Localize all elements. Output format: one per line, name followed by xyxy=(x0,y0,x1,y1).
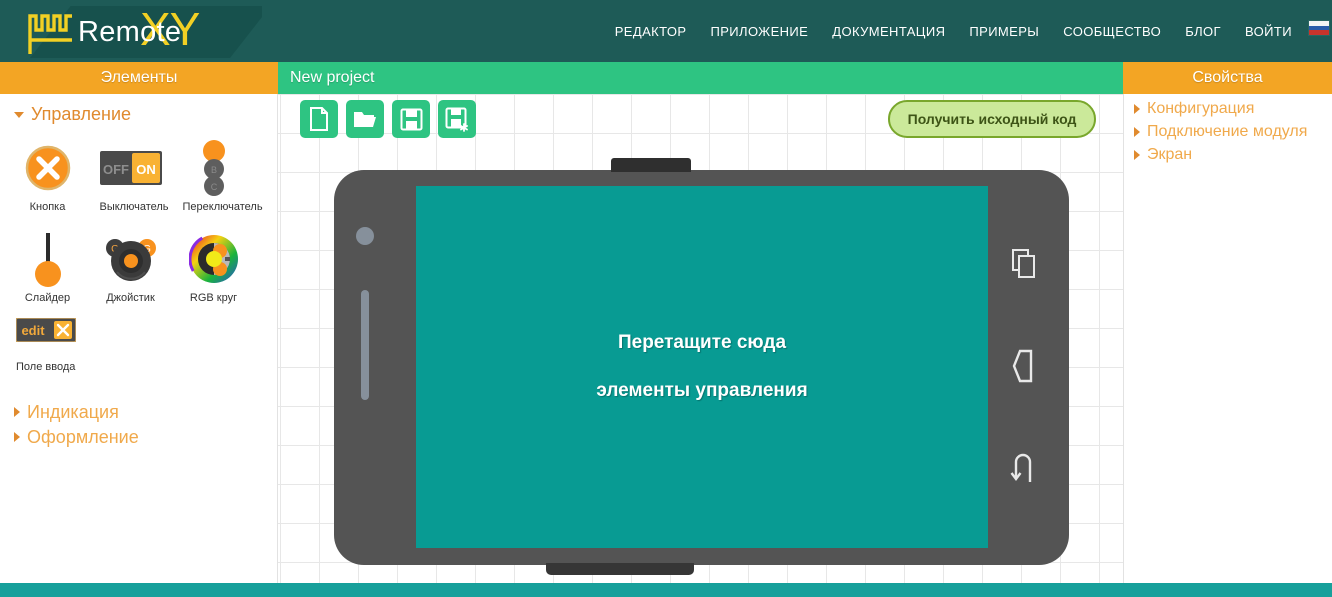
element-item-button[interactable]: Кнопка xyxy=(6,141,89,214)
element-item-switch[interactable]: OFF ON Выключатель xyxy=(89,141,172,214)
section-indikaciya[interactable]: Индикация xyxy=(14,402,277,423)
rgb-wheel-icon xyxy=(188,232,239,286)
drop-hint-line-1: Перетащите сюда xyxy=(617,332,787,353)
nav-login[interactable]: ВОЙТИ xyxy=(1245,24,1292,39)
element-label: RGB круг xyxy=(189,291,238,304)
element-item-rgb-wheel[interactable]: RGB круг xyxy=(172,232,255,305)
design-canvas[interactable]: Получить исходный код Перетащите сюда эл… xyxy=(278,94,1123,583)
edit-field-icon: edit xyxy=(15,317,77,344)
elements-grid: Кнопка OFF ON Выключатель B C Переключат… xyxy=(0,129,277,322)
properties-sidebar: Конфигурация Подключение модуля Экран xyxy=(1123,94,1332,583)
chevron-right-icon xyxy=(1134,150,1140,160)
element-item-joystick[interactable]: G G Джойстик xyxy=(89,232,172,305)
home-icon[interactable] xyxy=(1010,452,1038,486)
open-folder-icon xyxy=(354,112,376,127)
remotexy-editor-page: XY Remote РЕДАКТОР ПРИЛОЖЕНИЕ ДОКУМЕНТАЦ… xyxy=(0,0,1332,597)
get-source-code-label: Получить исходный код xyxy=(907,111,1077,127)
element-label: Кнопка xyxy=(29,201,66,213)
property-label: Конфигурация xyxy=(1147,100,1255,117)
nav-community[interactable]: СООБЩЕСТВО xyxy=(1063,24,1161,39)
phone-bottom-tab xyxy=(546,563,694,575)
drop-hint-line-2: элементы управления xyxy=(596,380,808,401)
chevron-right-icon xyxy=(1134,104,1140,114)
element-item-selector: B C Переключатель xyxy=(172,140,263,214)
joystick-icon: G G xyxy=(104,232,158,286)
property-label: Экран xyxy=(1147,146,1193,163)
properties-panel-title: Свойства xyxy=(1123,62,1332,94)
element-item-slider[interactable]: Слайдер xyxy=(6,232,89,305)
project-title: New project xyxy=(278,62,1123,94)
property-item-module-connection[interactable]: Подключение модуля xyxy=(1134,123,1332,141)
back-icon[interactable] xyxy=(1009,349,1039,383)
save-project-button[interactable] xyxy=(392,100,430,138)
phone-mockup: Перетащите сюда элементы управления xyxy=(334,158,1069,575)
chevron-down-icon xyxy=(14,111,24,118)
section-label: Индикация xyxy=(27,401,119,422)
new-file-icon xyxy=(310,107,328,131)
russian-flag-icon[interactable] xyxy=(1308,20,1330,36)
property-item-screen[interactable]: Экран xyxy=(1134,146,1332,164)
canvas-toolbar xyxy=(300,100,476,138)
elements-sidebar: Управление Кнопка OFF ON Выключатель B C… xyxy=(0,94,278,583)
collapsed-sections: Индикация Оформление xyxy=(0,396,277,448)
chevron-right-icon xyxy=(14,407,20,418)
save-floppy-icon xyxy=(400,108,422,130)
square-wave-logo-icon xyxy=(28,14,72,54)
group-header-label: Управление xyxy=(31,104,132,124)
new-project-button[interactable] xyxy=(300,100,338,138)
nav-documentation[interactable]: ДОКУМЕНТАЦИЯ xyxy=(832,24,945,39)
element-label: Джойстик xyxy=(106,291,155,304)
camera-icon xyxy=(356,227,374,245)
open-project-button[interactable] xyxy=(346,100,384,138)
get-source-code-button[interactable]: Получить исходный код xyxy=(888,100,1096,138)
section-oformlenie[interactable]: Оформление xyxy=(14,427,277,448)
svg-text:B: B xyxy=(210,165,216,175)
phone-top-tab xyxy=(611,158,691,172)
nav-examples[interactable]: ПРИМЕРЫ xyxy=(969,24,1039,39)
elements-panel-title: Элементы xyxy=(0,62,278,94)
phone-navigation-bar xyxy=(994,186,1054,548)
logo[interactable]: XY Remote xyxy=(22,2,262,62)
button-icon xyxy=(25,141,71,195)
save-as-project-button[interactable] xyxy=(438,100,476,138)
save-as-floppy-icon xyxy=(445,107,468,132)
switch-icon: OFF ON xyxy=(99,141,162,195)
element-label: Поле ввода xyxy=(16,361,76,374)
top-navigation-bar: XY Remote РЕДАКТОР ПРИЛОЖЕНИЕ ДОКУМЕНТАЦ… xyxy=(0,0,1332,62)
element-label: Переключатель xyxy=(182,201,263,213)
nav-blog[interactable]: БЛОГ xyxy=(1185,24,1221,39)
element-label: Выключатель xyxy=(99,201,169,213)
svg-text:OFF: OFF xyxy=(103,162,129,177)
selector-icon: B C xyxy=(197,140,231,196)
property-item-configuration[interactable]: Конфигурация xyxy=(1134,100,1332,118)
property-label: Подключение модуля xyxy=(1147,123,1308,140)
phone-screen-dropzone[interactable]: Перетащите сюда элементы управления xyxy=(416,186,988,548)
recents-icon[interactable] xyxy=(1009,248,1039,280)
nav-application[interactable]: ПРИЛОЖЕНИЕ xyxy=(710,24,808,39)
chevron-right-icon xyxy=(1134,127,1140,137)
element-item-edit-field[interactable]: edit Поле ввода xyxy=(0,317,277,374)
page-footer xyxy=(0,583,1332,597)
nav-editor[interactable]: РЕДАКТОР xyxy=(615,24,687,39)
group-header-upravlenie[interactable]: Управление xyxy=(0,94,277,129)
svg-text:edit: edit xyxy=(21,323,45,338)
section-label: Оформление xyxy=(27,426,139,447)
logo-name-text: Remote xyxy=(78,16,182,48)
chevron-right-icon xyxy=(14,432,20,443)
main-nav: РЕДАКТОР ПРИЛОЖЕНИЕ ДОКУМЕНТАЦИЯ ПРИМЕРЫ… xyxy=(615,0,1292,62)
slider-icon xyxy=(31,232,65,287)
svg-text:ON: ON xyxy=(136,162,156,177)
element-label: Слайдер xyxy=(24,291,71,304)
svg-text:C: C xyxy=(210,182,217,192)
speaker-grille-icon xyxy=(361,290,369,400)
